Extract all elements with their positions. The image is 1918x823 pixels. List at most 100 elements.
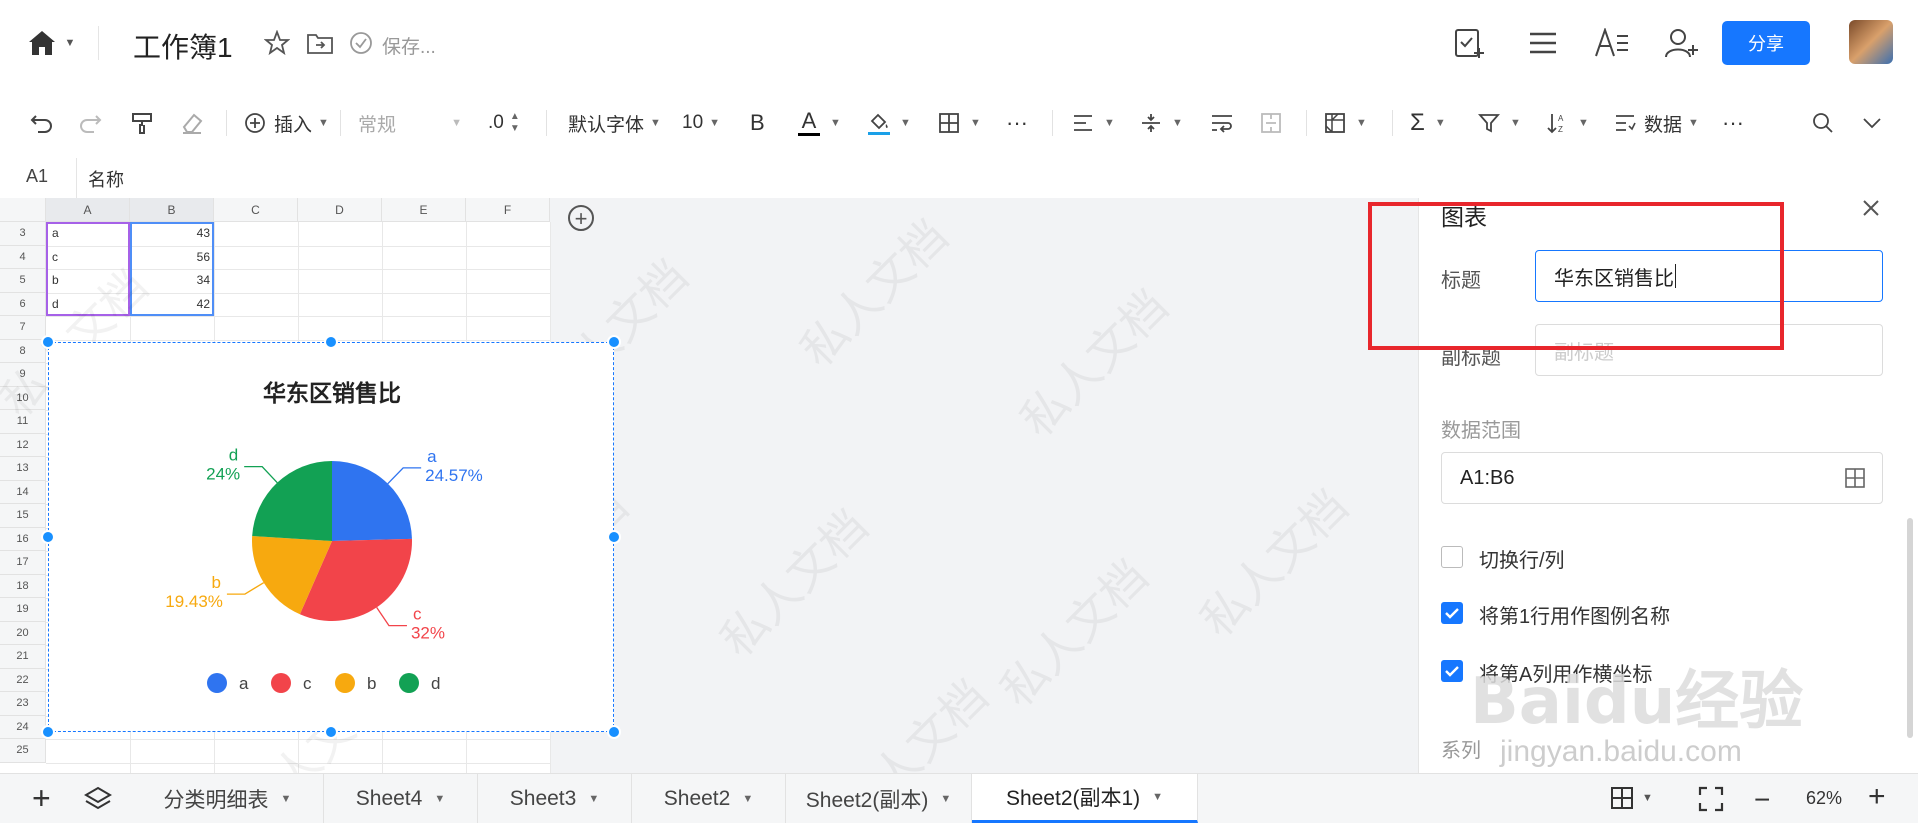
zoom-level: 62% xyxy=(1806,788,1843,808)
redo-button[interactable] xyxy=(78,88,104,158)
close-icon xyxy=(1863,200,1879,216)
legend-marker-b[interactable] xyxy=(335,673,355,693)
chevron-down-icon[interactable]: ▼ xyxy=(940,793,951,805)
insert-menu[interactable]: 插入 ▼ xyxy=(244,88,329,158)
vertical-align-button[interactable]: ▼ xyxy=(1140,88,1183,158)
home-icon xyxy=(28,31,55,55)
legend-marker-d[interactable] xyxy=(399,673,419,693)
x-axis-checkbox[interactable] xyxy=(1441,660,1463,682)
pie-chart[interactable]: 华东区销售比 a 24.57% c 32% b 19.43% d 24% acbd xyxy=(48,342,614,732)
sheet-tab[interactable]: Sheet2 ▼ xyxy=(632,774,786,823)
pie-slice-a[interactable] xyxy=(332,461,412,541)
sheet-list-button[interactable] xyxy=(84,786,112,817)
borders-button[interactable]: ▼ xyxy=(938,88,981,158)
top-bar: ▼ 工作簿1 保存... 分享 xyxy=(0,0,1918,89)
legend-marker-a[interactable] xyxy=(207,673,227,693)
panel-scrollbar[interactable] xyxy=(1907,518,1913,738)
sheet-tab[interactable]: 分类明细表 ▼ xyxy=(132,774,324,823)
more-button[interactable]: ··· xyxy=(1722,88,1744,158)
resize-handle[interactable] xyxy=(324,725,338,739)
sheet-tab[interactable]: Sheet4 ▼ xyxy=(324,774,478,823)
legend-marker-c[interactable] xyxy=(271,673,291,693)
switch-row-column-checkbox[interactable] xyxy=(1441,546,1463,568)
zoom-out-button[interactable]: − xyxy=(1754,784,1770,816)
align-button[interactable]: ▼ xyxy=(1072,88,1115,158)
number-format-select[interactable]: 常规 ▼ xyxy=(358,88,462,158)
undo-button[interactable] xyxy=(28,88,54,158)
label-leader-line xyxy=(387,467,422,485)
watermark-text: 私人文档 xyxy=(1190,479,1358,647)
legend-names-checkbox[interactable] xyxy=(1441,602,1463,624)
search-button[interactable] xyxy=(1812,88,1834,158)
chevron-down-icon[interactable]: ▼ xyxy=(281,793,292,805)
decimal-stepper[interactable]: .0 ▲ ▼ xyxy=(488,88,520,158)
add-collaborator-button[interactable] xyxy=(1662,24,1702,62)
text-format-button[interactable] xyxy=(1592,24,1632,62)
legend-label-d[interactable]: d xyxy=(431,674,440,693)
legend-label-c[interactable]: c xyxy=(303,674,312,693)
chevron-down-icon[interactable]: ▼ xyxy=(434,793,445,805)
collapse-toolbar-button[interactable] xyxy=(1862,88,1882,158)
legend-label-a[interactable]: a xyxy=(239,674,249,693)
sort-button[interactable]: AZ ▼ xyxy=(1546,88,1589,158)
svg-text:A: A xyxy=(1558,114,1564,123)
avatar[interactable] xyxy=(1849,20,1893,64)
resize-handle[interactable] xyxy=(41,725,55,739)
clear-format-button[interactable] xyxy=(180,88,204,158)
font-family-select[interactable]: 默认字体 ▼ xyxy=(568,88,661,158)
format-painter-button[interactable] xyxy=(130,88,154,158)
close-panel-button[interactable] xyxy=(1861,198,1891,228)
data-menu[interactable]: 数据 ▼ xyxy=(1614,88,1699,158)
font-size-select[interactable]: 10 ▼ xyxy=(682,88,720,158)
sheet-tab[interactable]: Sheet3 ▼ xyxy=(478,774,632,823)
merge-cells-button[interactable] xyxy=(1260,88,1282,158)
sheet-tab[interactable]: Sheet2(副本) ▼ xyxy=(786,774,972,823)
filter-icon xyxy=(1478,114,1500,133)
add-user-icon xyxy=(1665,29,1698,58)
document-title[interactable]: 工作簿1 xyxy=(133,26,233,66)
data-range-input[interactable]: A1:B6 xyxy=(1441,452,1883,504)
sheet-tab[interactable]: Sheet2(副本1) ▼ xyxy=(972,774,1198,823)
font-color-button[interactable]: A ▼ xyxy=(798,88,841,158)
vertical-align-icon xyxy=(1142,114,1160,132)
zoom-in-button[interactable]: + xyxy=(1868,780,1886,814)
watermark-text: 私人文档 xyxy=(830,669,998,773)
resize-handle[interactable] xyxy=(41,335,55,349)
formula-input[interactable]: 名称 xyxy=(88,166,124,192)
share-button[interactable]: 分享 xyxy=(1722,21,1810,65)
wrap-text-button[interactable] xyxy=(1210,88,1234,158)
task-add-icon xyxy=(1455,29,1484,58)
fill-color-button[interactable]: ▼ xyxy=(868,88,911,158)
chevron-down-icon[interactable]: ▼ xyxy=(588,793,599,805)
pie-slice-d[interactable] xyxy=(252,461,332,541)
resize-handle[interactable] xyxy=(41,530,55,544)
add-sheet-button[interactable]: + xyxy=(32,782,51,814)
watermark-text: 私人文档 xyxy=(790,209,958,377)
view-mode-button[interactable]: ▼ xyxy=(1610,786,1653,810)
filter-button[interactable]: ▼ xyxy=(1478,88,1521,158)
range-select-icon[interactable] xyxy=(1844,467,1866,489)
resize-handle[interactable] xyxy=(607,725,621,739)
legend-label-b[interactable]: b xyxy=(367,674,376,693)
add-object-button[interactable]: + xyxy=(568,205,594,231)
font-family-value: 默认字体 xyxy=(568,114,645,136)
resize-handle[interactable] xyxy=(607,335,621,349)
resize-handle[interactable] xyxy=(324,335,338,349)
freeze-button[interactable]: ▼ xyxy=(1324,88,1367,158)
decimal-label: .0 xyxy=(488,112,504,133)
favorite-button[interactable] xyxy=(262,28,292,58)
chevron-down-icon[interactable]: ▼ xyxy=(742,793,753,805)
slice-name-label: a xyxy=(427,447,437,466)
more-format-button[interactable]: ··· xyxy=(1006,88,1028,158)
sum-button[interactable]: Σ ▼ xyxy=(1410,88,1446,158)
home-button[interactable]: ▼ xyxy=(22,26,80,60)
cell-reference[interactable]: A1 xyxy=(26,166,48,187)
move-to-folder-button[interactable] xyxy=(304,28,336,58)
resize-handle[interactable] xyxy=(607,530,621,544)
bold-button[interactable]: B xyxy=(750,88,765,158)
fullscreen-button[interactable] xyxy=(1698,786,1724,817)
menu-button[interactable] xyxy=(1524,24,1562,62)
chevron-down-icon[interactable]: ▼ xyxy=(1152,791,1163,803)
task-button[interactable] xyxy=(1450,24,1488,62)
chevron-down-icon: ▼ xyxy=(1172,117,1183,129)
